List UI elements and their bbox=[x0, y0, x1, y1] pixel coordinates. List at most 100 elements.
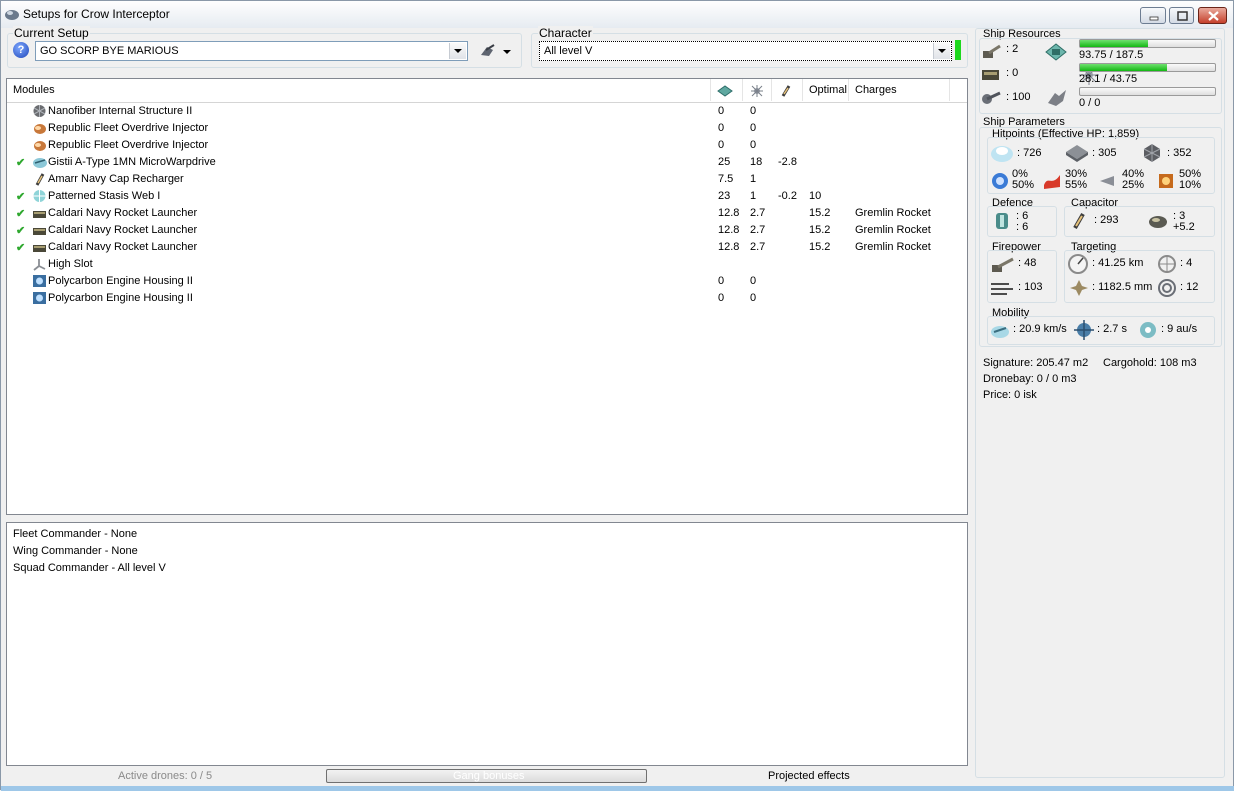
cargohold-value: Cargohold: 108 m3 bbox=[1103, 357, 1197, 369]
column-cpu[interactable] bbox=[711, 79, 743, 101]
module-cpu: 0 bbox=[718, 275, 725, 287]
character-label: Character bbox=[538, 26, 593, 40]
gang-panel[interactable]: Fleet Commander - None Wing Commander - … bbox=[6, 522, 968, 766]
firepower-value-1: : 48 bbox=[1018, 257, 1037, 269]
powergrid-bar-fill bbox=[1080, 64, 1167, 71]
scan-resolution-icon bbox=[1070, 280, 1088, 296]
module-row[interactable]: ✔ Gistii A-Type 1MN MicroWarpdrive 25 18 -2.… bbox=[7, 154, 967, 171]
maximize-button[interactable] bbox=[1169, 7, 1194, 24]
module-row[interactable]: Polycarbon Engine Housing II 0 0 bbox=[7, 273, 967, 290]
module-charges: Gremlin Rocket bbox=[855, 241, 931, 253]
fleet-commander-line: Fleet Commander - None bbox=[13, 528, 138, 540]
restore-icon bbox=[1177, 11, 1188, 21]
module-name: Nanofiber Internal Structure II bbox=[48, 105, 193, 117]
setup-tools-button[interactable] bbox=[477, 41, 517, 61]
module-powergrid: 18 bbox=[750, 156, 763, 168]
close-button[interactable] bbox=[1198, 7, 1227, 24]
module-name: Caldari Navy Rocket Launcher bbox=[48, 241, 198, 253]
module-cpu: 0 bbox=[718, 122, 725, 134]
price-value: Price: 0 isk bbox=[983, 389, 1037, 401]
minimize-button[interactable] bbox=[1140, 7, 1166, 24]
column-capacitor[interactable] bbox=[772, 79, 803, 101]
active-check-icon[interactable]: ✔ bbox=[16, 207, 28, 220]
module-row[interactable]: Republic Fleet Overdrive Injector 0 0 bbox=[7, 137, 967, 154]
armor-icon bbox=[1066, 145, 1088, 162]
module-name: Amarr Navy Cap Recharger bbox=[48, 173, 184, 185]
max-targets-value: : 4 bbox=[1180, 257, 1193, 269]
cap-recharger-icon bbox=[35, 173, 45, 186]
defence-value-2: : 6 bbox=[1016, 221, 1029, 233]
module-name: Republic Fleet Overdrive Injector bbox=[48, 139, 209, 151]
module-name: Caldari Navy Rocket Launcher bbox=[48, 207, 198, 219]
high-slot-icon bbox=[33, 259, 46, 271]
module-cpu: 23 bbox=[718, 190, 731, 202]
active-check-icon[interactable]: ✔ bbox=[16, 190, 28, 203]
align-time-icon bbox=[1074, 320, 1094, 340]
column-optimal[interactable]: Optimal bbox=[803, 79, 849, 101]
active-drones-tab[interactable]: Active drones: 0 / 5 bbox=[118, 770, 212, 782]
active-check-icon[interactable]: ✔ bbox=[16, 224, 28, 237]
cpu-bar bbox=[1079, 39, 1216, 48]
module-row[interactable]: Republic Fleet Overdrive Injector 0 0 bbox=[7, 120, 967, 137]
module-row[interactable]: ✔ Caldari Navy Rocket Launcher 12.8 2.7 15.2… bbox=[7, 222, 967, 239]
title-bar[interactable]: Setups for Crow Interceptor bbox=[1, 1, 1233, 28]
module-powergrid: 2.7 bbox=[750, 207, 766, 219]
projected-effects-tab[interactable]: Projected effects bbox=[768, 770, 850, 782]
module-row[interactable]: ✔ Caldari Navy Rocket Launcher 12.8 2.7 15.2… bbox=[7, 205, 967, 222]
module-cpu: 0 bbox=[718, 105, 725, 117]
module-powergrid: 1 bbox=[750, 173, 757, 185]
capacitor-recharge-icon bbox=[1149, 216, 1167, 228]
rocket-launcher-icon bbox=[33, 211, 46, 218]
dronebay-value: Dronebay: 0 / 0 m3 bbox=[983, 373, 1077, 385]
module-powergrid: 2.7 bbox=[750, 241, 766, 253]
module-row[interactable]: Nanofiber Internal Structure II 0 0 bbox=[7, 103, 967, 120]
module-optimal: 15.2 bbox=[809, 207, 831, 219]
character-select-value: All level V bbox=[544, 45, 593, 57]
em-resist-icon bbox=[992, 173, 1008, 189]
module-row[interactable]: Polycarbon Engine Housing II 0 0 bbox=[7, 290, 967, 307]
module-cpu: 0 bbox=[718, 292, 725, 304]
modules-list[interactable]: Modules Optimal Charges Nanofiber Intern… bbox=[6, 78, 968, 515]
character-dropdown-button[interactable] bbox=[933, 43, 950, 59]
setup-window: Setups for Crow Interceptor Current Setu… bbox=[0, 0, 1234, 791]
column-modules[interactable]: Modules bbox=[7, 79, 711, 101]
rocket-launcher-icon bbox=[33, 228, 46, 235]
active-check-icon[interactable]: ✔ bbox=[16, 241, 28, 254]
kinetic-armor-resist: 25% bbox=[1122, 179, 1145, 191]
column-powergrid[interactable] bbox=[743, 79, 772, 101]
velocity-value: : 20.9 km/s bbox=[1013, 323, 1067, 335]
sensor-strength-value: : 12 bbox=[1180, 281, 1199, 293]
current-setup-label: Current Setup bbox=[13, 26, 90, 40]
capacitor-icon bbox=[781, 85, 791, 97]
setup-dropdown-button[interactable] bbox=[449, 43, 466, 59]
structure-hp-value: : 352 bbox=[1167, 147, 1192, 159]
module-powergrid: 0 bbox=[750, 122, 757, 134]
character-select[interactable]: All level V bbox=[539, 41, 952, 61]
drone-bandwidth-value: 0 / 0 bbox=[1079, 97, 1101, 109]
calibration-value: : 100 bbox=[1006, 91, 1031, 103]
module-name: Caldari Navy Rocket Launcher bbox=[48, 224, 198, 236]
chevron-down-icon bbox=[454, 49, 462, 53]
powergrid-icon bbox=[751, 85, 763, 97]
defence-icon bbox=[996, 213, 1008, 229]
warp-speed-icon bbox=[1140, 322, 1156, 338]
engine-housing-icon bbox=[33, 275, 46, 287]
ship-tools-icon bbox=[481, 44, 511, 56]
module-cpu: 7.5 bbox=[718, 173, 734, 185]
module-row[interactable]: High Slot bbox=[7, 256, 967, 273]
setup-select[interactable]: GO SCORP BYE MARIOUS bbox=[35, 41, 468, 61]
module-row[interactable]: ✔ Patterned Stasis Web I 23 1 -0.2 10 bbox=[7, 188, 967, 205]
help-icon[interactable]: ? bbox=[13, 42, 29, 58]
gang-bonuses-tab[interactable]: Gang bonuses bbox=[326, 769, 647, 783]
scan-resolution-value: : 1182.5 mm bbox=[1092, 281, 1153, 293]
chevron-down-icon bbox=[938, 49, 946, 53]
module-row[interactable]: Amarr Navy Cap Recharger 7.5 1 bbox=[7, 171, 967, 188]
module-row[interactable]: ✔ Caldari Navy Rocket Launcher 12.8 2.7 15.2… bbox=[7, 239, 967, 256]
module-powergrid: 1 bbox=[750, 190, 757, 202]
firepower-value-2: : 103 bbox=[1018, 281, 1043, 293]
active-check-icon[interactable]: ✔ bbox=[16, 156, 28, 169]
module-optimal: 15.2 bbox=[809, 224, 831, 236]
turret-hardpoint-icon bbox=[983, 44, 1001, 58]
column-charges[interactable]: Charges bbox=[849, 79, 950, 101]
thermal-resist-icon bbox=[1044, 175, 1060, 189]
